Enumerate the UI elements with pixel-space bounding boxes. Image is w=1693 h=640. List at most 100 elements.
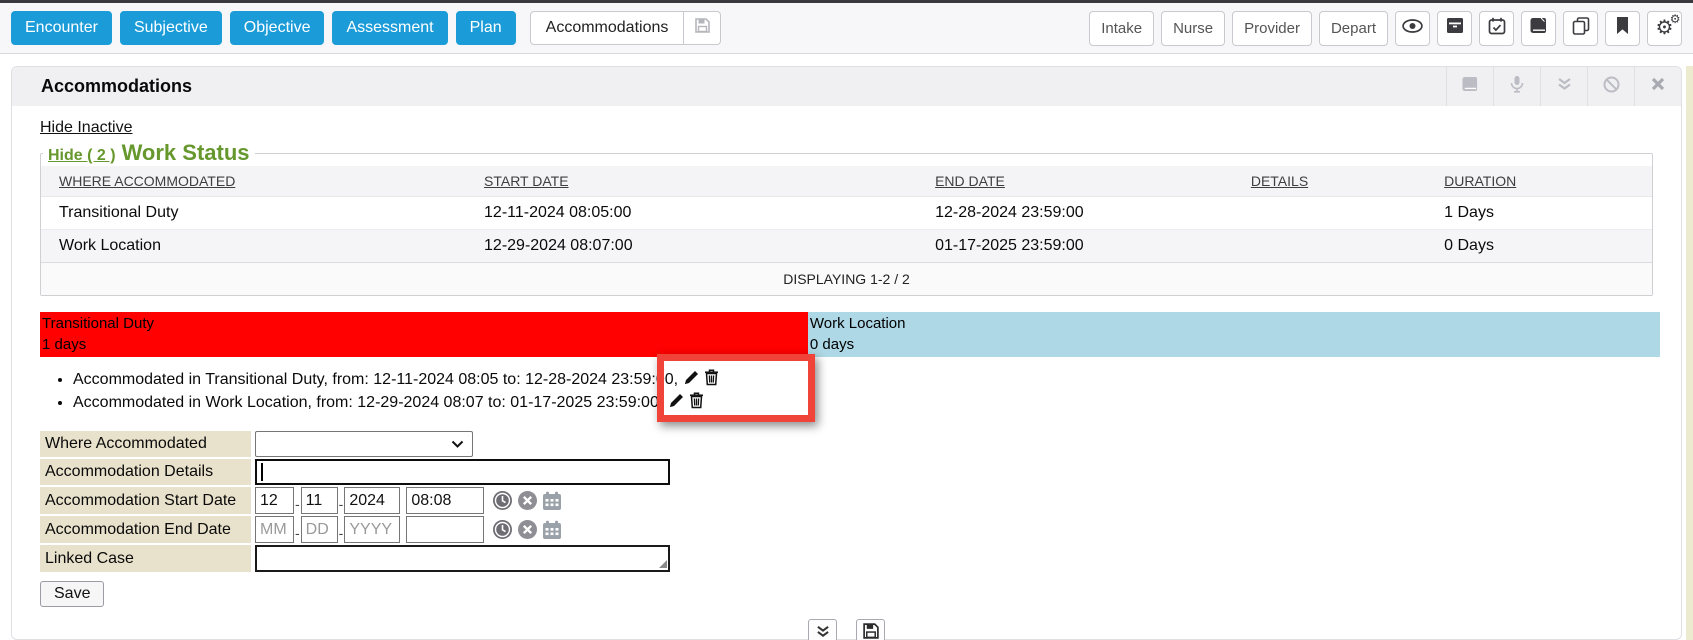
linked-case-field: [255, 545, 670, 572]
nav-plan-button[interactable]: Plan: [456, 11, 516, 45]
delete-trash-icon[interactable]: [704, 369, 719, 386]
hide-inactive-link[interactable]: Hide Inactive: [40, 119, 133, 137]
panel-collapse-button[interactable]: [1540, 67, 1587, 106]
text-cursor: [261, 463, 263, 481]
form-row-details: Accommodation Details: [40, 459, 1653, 485]
clear-date-icon[interactable]: [517, 490, 538, 511]
timeline-segment-transitional-duty[interactable]: Transitional Duty 1 days: [40, 312, 808, 357]
list-item: Accommodated in Work Location, from: 12-…: [73, 391, 1653, 414]
accommodation-start-date-label: Accommodation Start Date: [40, 487, 251, 514]
bookmark-button[interactable]: [1605, 11, 1640, 46]
column-details[interactable]: DETAILS: [1251, 166, 1444, 197]
collapse-panel-button[interactable]: [808, 619, 837, 640]
nav-subjective-button[interactable]: Subjective: [120, 11, 222, 45]
accommodation-details-input[interactable]: [255, 459, 670, 485]
tab-save-button[interactable]: [684, 11, 721, 45]
double-chevron-down-icon: [816, 625, 830, 640]
date-separator: -: [339, 496, 344, 512]
end-year-input[interactable]: [344, 516, 400, 543]
calendar-icon[interactable]: [542, 520, 562, 540]
archive-button[interactable]: [1437, 11, 1472, 46]
start-month-input[interactable]: [255, 487, 294, 514]
nav-encounter-button[interactable]: Encounter: [11, 11, 112, 45]
list-item-actions: [678, 371, 719, 388]
panel-book-button[interactable]: [1446, 67, 1493, 106]
form-row-where: Where Accommodated: [40, 431, 1653, 457]
end-date-actions: [492, 519, 562, 540]
calendar-check-button[interactable]: [1479, 11, 1514, 46]
column-start-date[interactable]: START DATE: [484, 166, 935, 197]
clear-date-icon[interactable]: [517, 519, 538, 540]
list-item: Accommodated in Transitional Duty, from:…: [73, 368, 1653, 391]
panel-header-icons: [1446, 67, 1681, 106]
cell-start: 12-29-2024 08:07:00: [484, 230, 935, 263]
nav-assessment-button[interactable]: Assessment: [332, 11, 447, 45]
start-time-input[interactable]: [406, 487, 484, 514]
where-accommodated-select[interactable]: [255, 431, 473, 457]
date-separator: -: [295, 496, 300, 512]
cell-end: 01-17-2025 23:59:00: [935, 230, 1251, 263]
scrollbar-strip[interactable]: [1686, 66, 1693, 640]
panel-title: Accommodations: [12, 76, 192, 97]
depart-button[interactable]: Depart: [1319, 11, 1388, 46]
provider-button[interactable]: Provider: [1232, 11, 1312, 46]
accommodation-details-field: [255, 459, 670, 485]
top-toolbar: Encounter Subjective Objective Assessmen…: [0, 3, 1693, 54]
work-status-hide-link[interactable]: Hide ( 2 ): [48, 147, 116, 164]
linked-case-textarea[interactable]: [255, 545, 670, 572]
accommodation-start-date-field: --: [255, 487, 562, 514]
column-where-accommodated[interactable]: WHERE ACCOMMODATED: [41, 166, 484, 197]
linked-case-label: Linked Case: [40, 545, 251, 572]
table-row[interactable]: Work Location 12-29-2024 08:07:00 01-17-…: [41, 230, 1652, 263]
accommodation-end-date-label: Accommodation End Date: [40, 516, 251, 543]
intake-button[interactable]: Intake: [1089, 11, 1154, 46]
where-accommodated-field: [255, 431, 473, 457]
resize-handle[interactable]: [659, 560, 667, 568]
timeline-segment-duration: 1 days: [42, 334, 808, 355]
accommodation-form: Where Accommodated Accommodation Details…: [40, 431, 1653, 607]
accommodation-details-label: Accommodation Details: [40, 459, 251, 485]
panel-dictation-button[interactable]: [1493, 67, 1540, 106]
form-row-start-date: Accommodation Start Date --: [40, 487, 1653, 514]
end-month-input[interactable]: [255, 516, 294, 543]
book-icon: [1529, 17, 1548, 39]
start-day-input[interactable]: [301, 487, 338, 514]
nurse-button[interactable]: Nurse: [1161, 11, 1225, 46]
edit-pencil-icon[interactable]: [668, 393, 684, 409]
column-end-date[interactable]: END DATE: [935, 166, 1251, 197]
panel-disable-button[interactable]: [1587, 67, 1634, 106]
ban-icon: [1603, 76, 1620, 98]
work-status-table: WHERE ACCOMMODATED START DATE END DATE D…: [41, 166, 1652, 262]
book-button[interactable]: [1521, 11, 1556, 46]
copy-button[interactable]: [1563, 11, 1598, 46]
settings-button[interactable]: ⚙⚙: [1647, 11, 1682, 46]
start-year-input[interactable]: [344, 487, 400, 514]
close-icon: [1651, 77, 1665, 96]
list-item-actions: [663, 394, 704, 411]
table-row[interactable]: Transitional Duty 12-11-2024 08:05:00 12…: [41, 197, 1652, 230]
cell-details: [1251, 197, 1444, 230]
edit-pencil-icon[interactable]: [683, 370, 699, 386]
nav-objective-button[interactable]: Objective: [230, 11, 325, 45]
panel-bottom-buttons: [40, 619, 1653, 640]
delete-trash-icon[interactable]: [689, 392, 704, 409]
book-icon: [1461, 76, 1479, 97]
clock-icon[interactable]: [492, 490, 513, 511]
archive-box-icon: [1446, 17, 1464, 39]
end-day-input[interactable]: [301, 516, 338, 543]
toolbar-right-group: Intake Nurse Provider Depart: [1089, 11, 1682, 46]
save-note-button[interactable]: [856, 619, 885, 640]
list-item-text: Accommodated in Work Location, from: 12-…: [73, 394, 663, 411]
tab-accommodations[interactable]: Accommodations: [530, 11, 685, 45]
column-duration[interactable]: DURATION: [1444, 166, 1652, 197]
save-button[interactable]: Save: [40, 581, 104, 607]
clock-icon[interactable]: [492, 519, 513, 540]
end-time-input[interactable]: [406, 516, 484, 543]
calendar-icon[interactable]: [542, 491, 562, 511]
cell-duration: 1 Days: [1444, 197, 1652, 230]
double-chevron-down-icon: [1557, 77, 1572, 96]
eye-button[interactable]: [1395, 11, 1430, 46]
floppy-disk-icon: [694, 17, 711, 39]
panel-close-button[interactable]: [1634, 67, 1681, 106]
timeline-segment-work-location[interactable]: Work Location 0 days: [808, 312, 1660, 357]
